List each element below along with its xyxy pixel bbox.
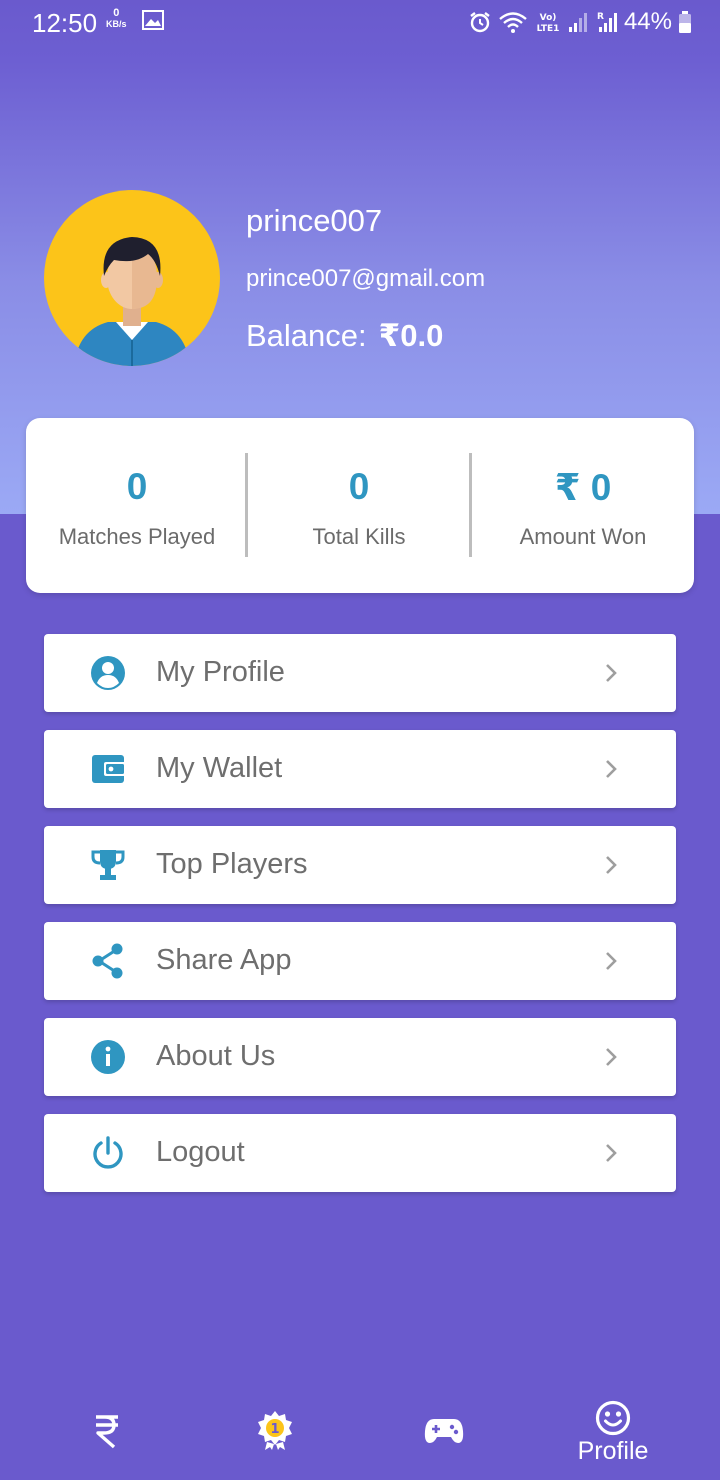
svg-text:LTE1: LTE1 — [537, 24, 560, 34]
menu-item-my-wallet[interactable]: My Wallet — [44, 730, 676, 808]
svg-text:R: R — [597, 12, 604, 22]
balance-value: ₹0.0 — [378, 318, 444, 353]
stat-total-kills: 0 Total Kills — [248, 418, 470, 593]
menu-label: Share App — [156, 944, 292, 976]
battery-icon — [679, 11, 691, 33]
roaming-signal-icon: R — [597, 12, 617, 32]
stat-matches-played: 0 Matches Played — [26, 418, 248, 593]
svg-text:1: 1 — [270, 1422, 279, 1437]
stats-card: 0 Matches Played 0 Total Kills ₹ 0 Amoun… — [26, 418, 694, 593]
gamepad-icon — [424, 1419, 464, 1443]
nav-item-leaderboard[interactable]: 1 — [190, 1385, 360, 1480]
stat-value: 0 — [126, 466, 148, 507]
account-circle-icon — [91, 656, 125, 690]
menu-label: Logout — [156, 1136, 245, 1168]
stat-label: Total Kills — [312, 524, 406, 549]
signal-strength-icon — [568, 13, 587, 32]
info-icon — [91, 1040, 125, 1074]
menu-label: About Us — [156, 1040, 276, 1072]
menu-item-about-us[interactable]: About Us — [44, 1018, 676, 1096]
balance-label: Balance: — [246, 318, 367, 353]
chevron-right-icon — [606, 760, 617, 778]
svg-text:Vo): Vo) — [540, 13, 557, 23]
power-icon — [93, 1136, 123, 1169]
menu-item-top-players[interactable]: Top Players — [44, 826, 676, 904]
chevron-right-icon — [606, 664, 617, 682]
chevron-right-icon — [606, 1048, 617, 1066]
alarm-icon — [470, 12, 490, 33]
network-speed-value: 0 — [113, 7, 120, 19]
network-speed-unit: KB/s — [106, 19, 127, 29]
menu-item-logout[interactable]: Logout — [44, 1114, 676, 1192]
status-bar: 12:50 0 KB/s Vo) LTE1 R 44% — [0, 0, 720, 44]
nav-label-profile: Profile — [577, 1437, 649, 1465]
nav-item-games[interactable] — [358, 1385, 528, 1480]
stat-value: 0 — [348, 466, 370, 507]
chevron-right-icon — [606, 1144, 617, 1162]
user-email: prince007@gmail.com — [246, 265, 486, 292]
menu-label: My Wallet — [156, 752, 283, 784]
chevron-right-icon — [606, 952, 617, 970]
wallet-icon — [92, 755, 126, 783]
nav-item-wallet[interactable] — [22, 1385, 192, 1480]
stat-value: ₹ 0 — [554, 467, 612, 508]
smiley-icon — [595, 1400, 631, 1436]
volte-icon: Vo) LTE1 — [537, 13, 560, 34]
status-time: 12:50 — [32, 8, 98, 38]
battery-percent: 44% — [623, 8, 672, 35]
network-speed: 0 KB/s — [106, 8, 127, 30]
stat-amount-won: ₹ 0 Amount Won — [472, 418, 694, 593]
wifi-icon — [499, 12, 527, 33]
rupee-icon — [96, 1415, 118, 1449]
username: prince007 — [246, 203, 383, 238]
trophy-icon — [91, 850, 125, 880]
share-icon — [92, 943, 123, 979]
image-notification-icon — [142, 10, 164, 30]
menu-label: Top Players — [156, 848, 308, 880]
status-right-group: Vo) LTE1 R 44% — [468, 6, 692, 38]
bottom-navigation: 1 Profile — [0, 1385, 720, 1480]
nav-item-profile[interactable]: Profile — [528, 1385, 698, 1480]
avatar — [44, 190, 220, 366]
balance-row: Balance: ₹0.0 — [246, 318, 443, 354]
menu-item-my-profile[interactable]: My Profile — [44, 634, 676, 712]
chevron-right-icon — [606, 856, 617, 874]
stat-label: Matches Played — [58, 524, 216, 549]
menu-label: My Profile — [156, 656, 285, 688]
stat-label: Amount Won — [519, 524, 647, 549]
menu-item-share-app[interactable]: Share App — [44, 922, 676, 1000]
badge-number-one-icon: 1 — [258, 1411, 292, 1450]
